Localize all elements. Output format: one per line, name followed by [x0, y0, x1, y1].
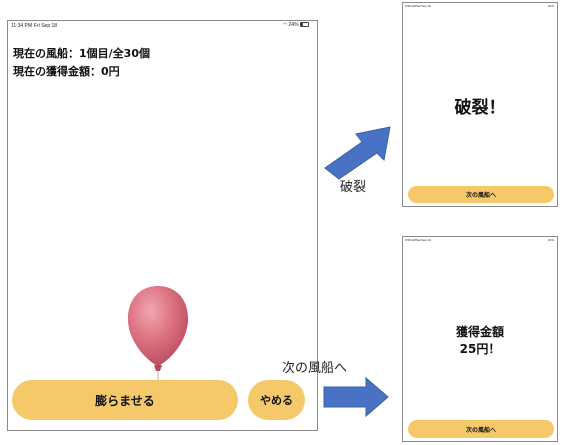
next-balloon-button[interactable]: 次の風船へ — [408, 186, 554, 203]
status-bar: 9:59 AM Sat Sep 19 91% — [403, 3, 557, 9]
battery-percent: 24% — [288, 22, 299, 28]
stop-button[interactable]: やめる — [248, 380, 305, 420]
earned-message-line1: 獲得金額 — [455, 325, 504, 339]
status-right: 91% — [548, 4, 554, 8]
next-arrow-icon — [323, 376, 389, 418]
status-date: Sat Sep 19 — [416, 4, 431, 8]
battery-percent: 91% — [547, 4, 554, 8]
status-date: Fri Sep 18 — [34, 23, 58, 29]
burst-arrow-icon — [324, 126, 391, 180]
status-time: 9:59 AM — [405, 4, 417, 8]
inflate-button[interactable]: 膨らませる — [12, 380, 238, 420]
battery-icon — [300, 22, 309, 28]
earned-screen: 9:59 AM Sat Sep 19 91% 獲得金額 25円！ 次の風船へ — [402, 236, 558, 442]
current-amount-label: 現在の獲得金額：0円 — [13, 65, 120, 78]
burst-screen: 9:59 AM Sat Sep 19 91% 破裂！ 次の風船へ — [402, 2, 558, 207]
status-time: 9:59 AM — [405, 238, 417, 242]
status-date: Sat Sep 19 — [416, 238, 431, 242]
battery-percent: 91% — [547, 238, 554, 242]
earned-message-line2: 25円！ — [459, 342, 501, 356]
status-bar: 11:34 PM Fri Sep 18 ◠ 24% — [8, 21, 317, 31]
wifi-icon: ◠ — [282, 22, 288, 28]
main-screen: 11:34 PM Fri Sep 18 ◠ 24% 現在の風船：1個目/全30個… — [7, 20, 318, 431]
status-time: 11:34 PM — [11, 23, 33, 29]
status-bar: 9:59 AM Sat Sep 19 91% — [403, 237, 557, 243]
status-right: ◠ 24% — [283, 22, 309, 28]
burst-message: 破裂！ — [454, 98, 506, 118]
next-balloon-button[interactable]: 次の風船へ — [408, 420, 554, 438]
battery-level — [301, 23, 303, 27]
status-right: 91% — [548, 238, 554, 242]
burst-arrow-label: 破裂 — [340, 180, 367, 195]
next-arrow-label: 次の風船へ — [282, 361, 348, 376]
current-balloon-label: 現在の風船：1個目/全30個 — [13, 47, 150, 60]
